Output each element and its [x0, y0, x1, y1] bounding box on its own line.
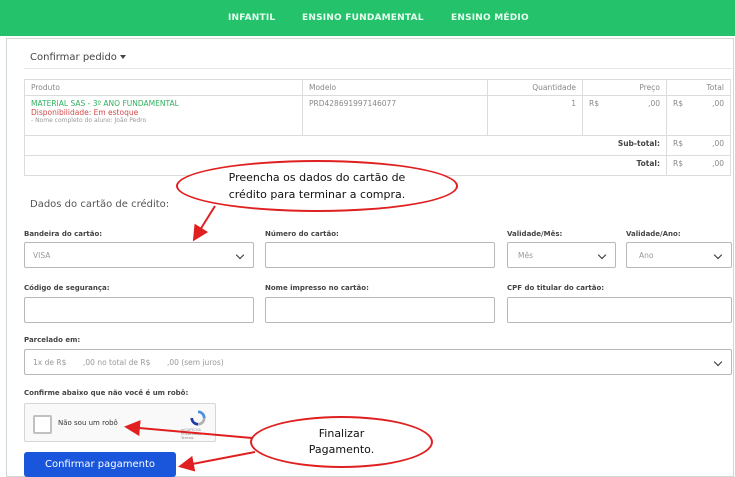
table-header-row: Produto Modelo Quantidade Preço Total	[24, 79, 731, 96]
installments-select[interactable]: 1x de R$ ,00 no total de R$ ,00 (sem jur…	[24, 349, 732, 375]
card-name-label: Nome impresso no cartão:	[265, 284, 369, 292]
recaptcha-brand-links[interactable]: Privacidade - Termos	[181, 432, 215, 440]
chevron-down-icon	[597, 250, 607, 260]
brand-select[interactable]: VISA	[24, 242, 254, 268]
cvv-label: Código de segurança:	[24, 284, 110, 292]
card-number-label: Número do cartão:	[265, 230, 339, 238]
recaptcha-text: Não sou um robô	[58, 419, 118, 427]
chevron-down-icon	[713, 357, 723, 367]
nav-ensino-fundamental[interactable]: ENSINO FUNDAMENTAL	[302, 13, 424, 23]
subtotal-currency: R$	[673, 139, 683, 148]
callout-card-line2: crédito para terminar a compra.	[228, 188, 406, 201]
subtotal-label: Sub-total:	[582, 135, 667, 156]
total-amount: R$ ,00	[666, 155, 731, 176]
subtotal-value: ,00	[712, 139, 724, 148]
callout-payment-line2: Pagamento.	[308, 443, 375, 456]
top-nav: INFANTIL ENSINO FUNDAMENTAL ENSINO MÉDIO	[0, 0, 735, 36]
col-header-quantidade: Quantidade	[487, 79, 583, 96]
annotation-callout-payment: Finalizar Pagamento.	[250, 416, 433, 468]
subtotal-amount: R$ ,00	[666, 135, 731, 156]
subtotal-row: Sub-total: R$ ,00	[24, 135, 731, 156]
product-quantity: 1	[487, 95, 583, 136]
total-label: Total:	[582, 155, 667, 176]
product-total: R$ ,00	[666, 95, 731, 136]
brand-label: Bandeira do cartão:	[24, 230, 103, 238]
order-table: Produto Modelo Quantidade Preço Total MA…	[24, 79, 731, 176]
confirm-order-title: Confirmar pedido	[30, 52, 117, 63]
price-value: ,00	[648, 99, 660, 108]
col-header-preco: Preço	[582, 79, 667, 96]
confirm-payment-button[interactable]: Confirmar pagamento	[24, 452, 176, 477]
total-amount-value: ,00	[712, 159, 724, 168]
year-select[interactable]: Ano	[626, 242, 732, 268]
recaptcha-brand: reCAPTCHA Privacidade - Termos	[181, 428, 215, 440]
price-currency: R$	[589, 99, 599, 108]
product-name[interactable]: MATERIAL SAS - 3º ANO FUNDAMENTAL	[31, 99, 296, 108]
recaptcha-icon	[190, 410, 206, 426]
cvv-input[interactable]	[24, 297, 254, 323]
nav-ensino-medio[interactable]: ENSINO MÉDIO	[451, 13, 529, 23]
callout-payment-line1: Finalizar	[318, 427, 365, 440]
col-header-modelo: Modelo	[302, 79, 488, 96]
table-row: MATERIAL SAS - 3º ANO FUNDAMENTAL Dispon…	[24, 95, 731, 136]
captcha-label: Confirme abaixo que não você é um robô:	[24, 389, 189, 397]
card-section-title: Dados do cartão de crédito:	[30, 199, 170, 210]
product-note: - Nome completo do aluno: João Pedro	[31, 117, 147, 124]
year-select-value: Ano	[639, 251, 654, 260]
chevron-down-icon	[235, 250, 245, 260]
card-number-input[interactable]	[265, 242, 495, 268]
brand-select-value: VISA	[33, 251, 51, 260]
chevron-down-icon	[713, 250, 723, 260]
total-amount-currency: R$	[673, 159, 683, 168]
product-cell: MATERIAL SAS - 3º ANO FUNDAMENTAL Dispon…	[24, 95, 303, 136]
col-header-total: Total	[666, 79, 731, 96]
recaptcha-widget: Não sou um robô reCAPTCHA Privacidade - …	[24, 403, 216, 442]
product-availability: Disponibilidade: Em estoque	[31, 108, 139, 117]
annotation-callout-card: Preencha os dados do cartão de crédito p…	[176, 160, 458, 212]
nav-infantil[interactable]: INFANTIL	[228, 13, 275, 23]
year-label: Validade/Ano:	[626, 230, 681, 238]
card-name-input[interactable]	[265, 297, 495, 323]
product-price: R$ ,00	[582, 95, 667, 136]
recaptcha-checkbox[interactable]	[33, 415, 52, 434]
total-currency: R$	[673, 99, 683, 108]
installments-label: Parcelado em:	[24, 336, 81, 344]
callout-card-line1: Preencha os dados do cartão de	[228, 171, 406, 184]
cpf-input[interactable]	[507, 297, 732, 323]
divider	[24, 68, 732, 69]
caret-down-icon	[119, 55, 126, 59]
confirm-order-toggle[interactable]: Confirmar pedido	[30, 52, 126, 63]
installments-value: 1x de R$ ,00 no total de R$ ,00 (sem jur…	[33, 358, 224, 367]
month-select-value: Mês	[518, 251, 533, 260]
product-model: PRD428691997146077	[302, 95, 488, 136]
total-value: ,00	[712, 99, 724, 108]
month-select[interactable]: Mês	[507, 242, 616, 268]
cpf-label: CPF do titular do cartão:	[507, 284, 605, 292]
month-label: Validade/Mês:	[507, 230, 563, 238]
col-header-produto: Produto	[24, 79, 303, 96]
